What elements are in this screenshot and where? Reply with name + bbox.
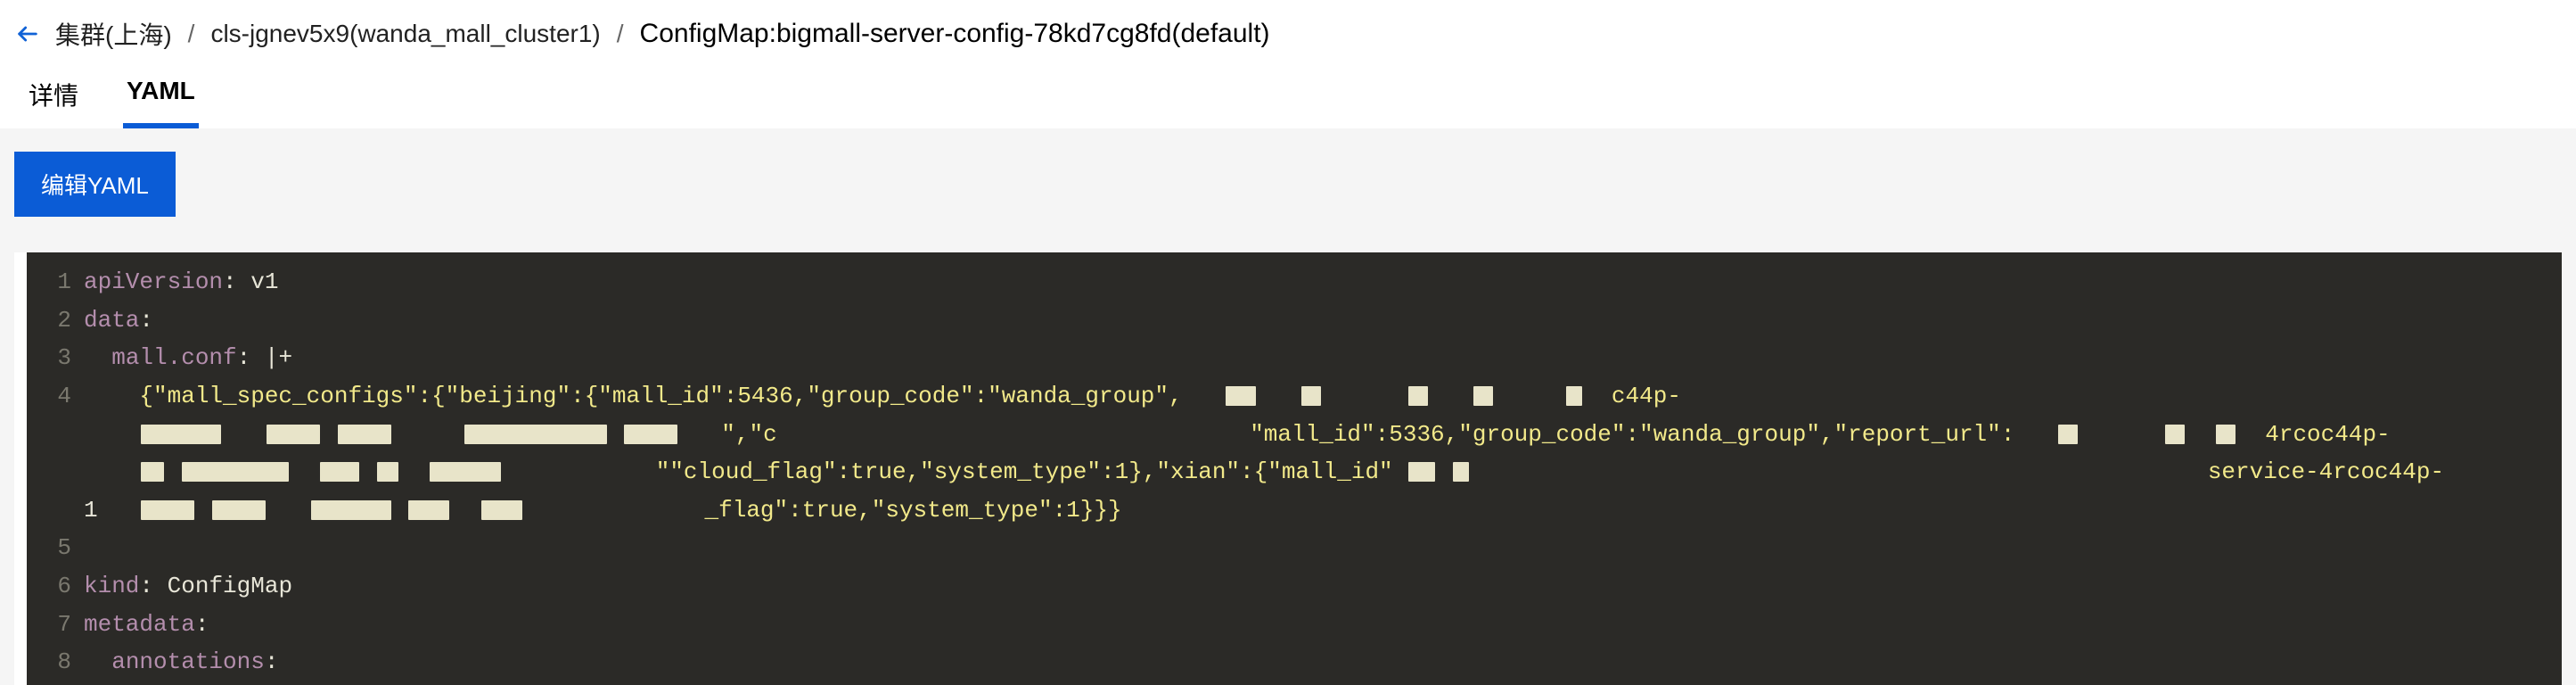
redacted-block bbox=[338, 425, 391, 444]
redacted-block bbox=[1453, 462, 1469, 482]
code-line: 8 annotations: bbox=[27, 643, 2562, 681]
redacted-block bbox=[1301, 386, 1321, 406]
redacted-block bbox=[212, 500, 266, 520]
breadcrumb-sep: / bbox=[613, 20, 628, 48]
line-number: 5 bbox=[27, 529, 84, 567]
line-number: 8 bbox=[27, 643, 84, 681]
code-line-cont: ""cloud_flag":true,"system_type":1},"xia… bbox=[27, 453, 2562, 491]
yaml-editor-wrap: 1 apiVersion: v1 2 data: 3 mall.conf: |+… bbox=[14, 252, 2562, 685]
code-line: 4 {"mall_spec_configs":{"beijing":{"mall… bbox=[27, 377, 2562, 416]
code-line: 3 mall.conf: |+ bbox=[27, 339, 2562, 377]
redacted-block bbox=[141, 500, 194, 520]
line-number: 4 bbox=[27, 377, 84, 416]
breadcrumb-cluster[interactable]: cls-jgnev5x9(wanda_mall_cluster1) bbox=[210, 20, 600, 48]
redacted-block bbox=[311, 500, 391, 520]
redacted-block bbox=[182, 462, 289, 482]
redacted-block bbox=[267, 425, 320, 444]
code-line-cont: ","c "mall_id":5336,"group_code":"wanda_… bbox=[27, 416, 2562, 454]
back-arrow-icon[interactable] bbox=[12, 19, 43, 49]
redacted-block bbox=[2165, 425, 2185, 444]
redacted-block bbox=[1408, 462, 1435, 482]
code-line: 1 apiVersion: v1 bbox=[27, 263, 2562, 301]
redacted-block bbox=[377, 462, 398, 482]
line-number: 2 bbox=[27, 301, 84, 340]
redacted-block bbox=[2216, 425, 2236, 444]
redacted-block bbox=[2058, 425, 2078, 444]
line-number: 3 bbox=[27, 339, 84, 377]
tab-yaml[interactable]: YAML bbox=[123, 68, 199, 128]
breadcrumb-region[interactable]: 集群(上海) bbox=[55, 16, 172, 52]
redacted-block bbox=[1566, 386, 1582, 406]
redacted-block bbox=[141, 462, 164, 482]
breadcrumb-sep: / bbox=[185, 20, 199, 48]
line-number bbox=[27, 416, 84, 454]
line-number bbox=[27, 491, 84, 530]
code-line-cont: 1 _flag":true,"system_type":1}}} bbox=[27, 491, 2562, 530]
breadcrumb: 集群(上海) / cls-jgnev5x9(wanda_mall_cluster… bbox=[0, 0, 2576, 68]
redacted-block bbox=[1226, 386, 1256, 406]
redacted-block bbox=[141, 425, 221, 444]
code-line: 2 data: bbox=[27, 301, 2562, 340]
yaml-editor[interactable]: 1 apiVersion: v1 2 data: 3 mall.conf: |+… bbox=[27, 252, 2562, 685]
redacted-block bbox=[1473, 386, 1493, 406]
redacted-block bbox=[624, 425, 677, 444]
line-number: 1 bbox=[27, 263, 84, 301]
tab-bar: 详情 YAML bbox=[0, 68, 2576, 128]
redacted-block bbox=[481, 500, 522, 520]
redacted-block bbox=[430, 462, 501, 482]
code-line: 7 metadata: bbox=[27, 606, 2562, 644]
edit-yaml-button[interactable]: 编辑YAML bbox=[14, 152, 176, 217]
content-area: 编辑YAML 1 apiVersion: v1 2 data: 3 mall.c… bbox=[0, 128, 2576, 685]
redacted-block bbox=[464, 425, 607, 444]
code-line: 6 kind: ConfigMap bbox=[27, 567, 2562, 606]
breadcrumb-current: ConfigMap:bigmall-server-config-78kd7cg8… bbox=[640, 19, 1270, 49]
redacted-block bbox=[408, 500, 449, 520]
line-number bbox=[27, 453, 84, 491]
line-number: 7 bbox=[27, 606, 84, 644]
code-line: 5 bbox=[27, 529, 2562, 567]
redacted-block bbox=[320, 462, 359, 482]
tab-detail[interactable]: 详情 bbox=[25, 68, 82, 128]
redacted-block bbox=[1408, 386, 1428, 406]
line-number: 6 bbox=[27, 567, 84, 606]
